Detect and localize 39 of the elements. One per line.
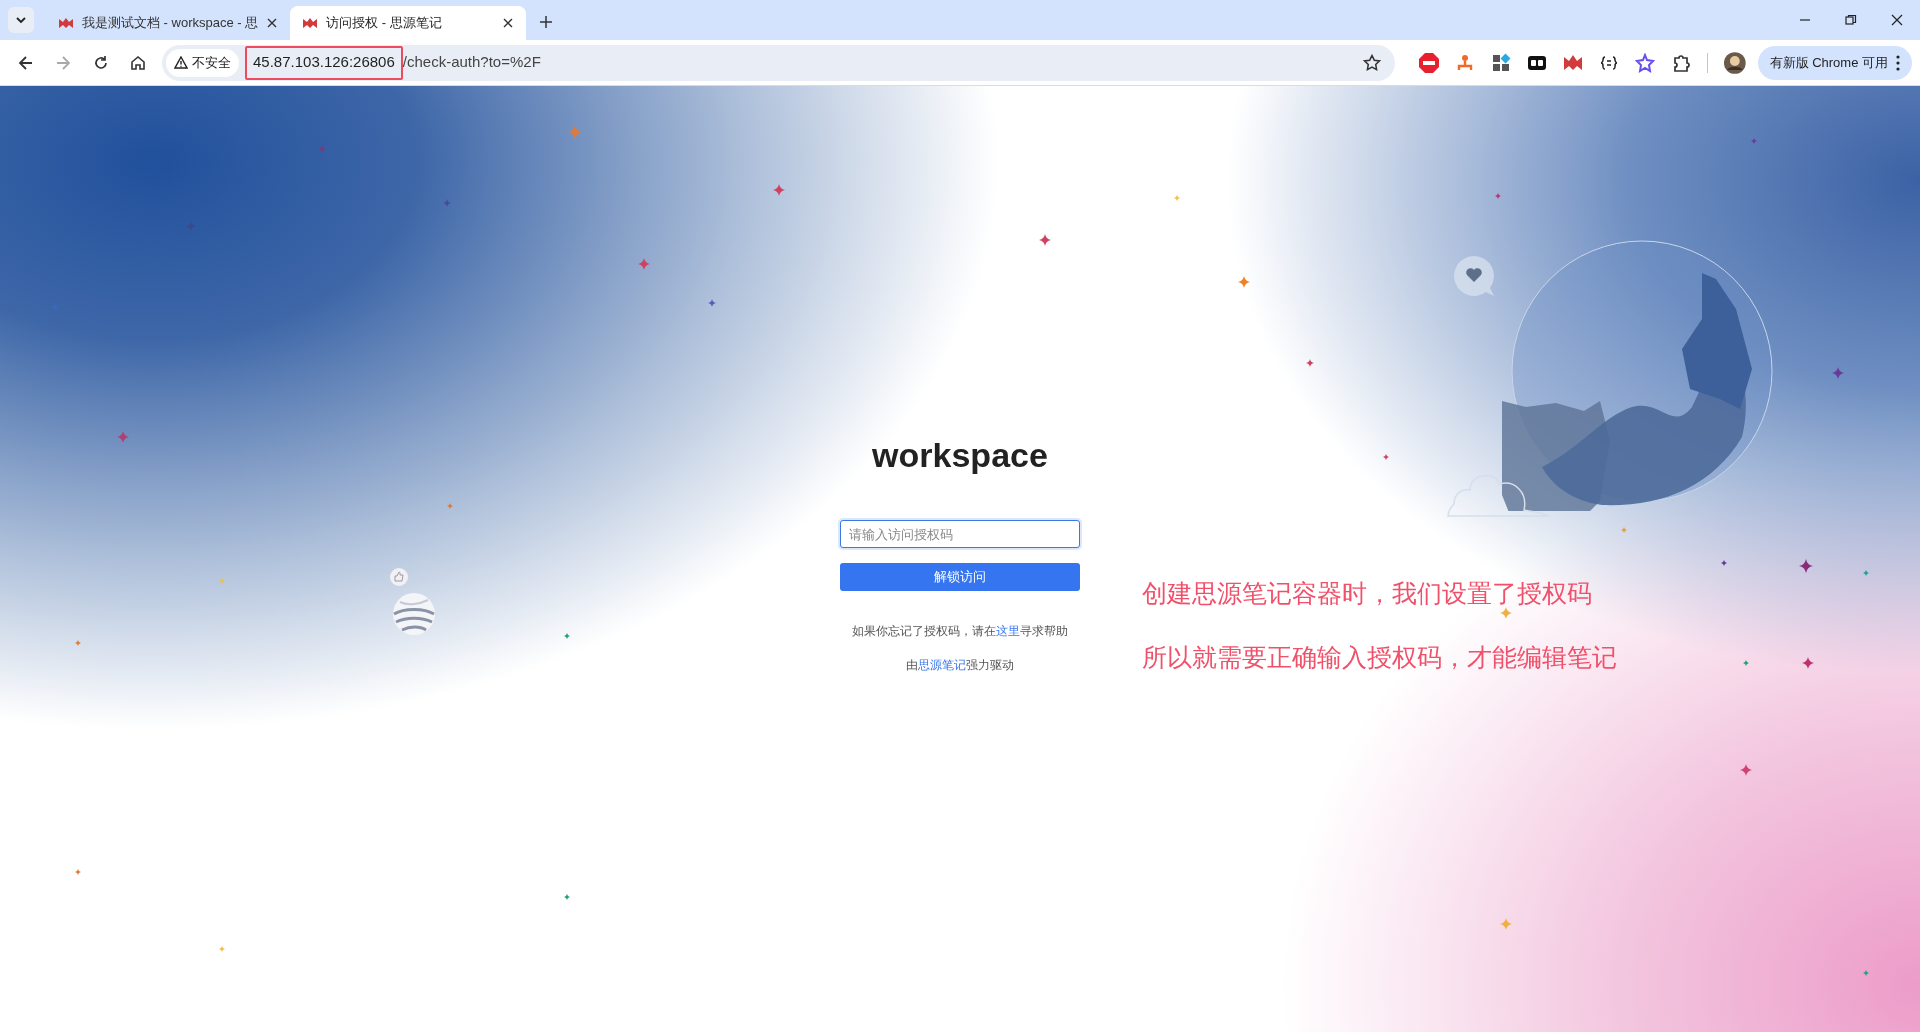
browser-tab[interactable]: 我是测试文档 - workspace - 思 <box>46 6 291 40</box>
chevron-down-icon <box>15 15 27 25</box>
app-logo-icon <box>58 16 74 30</box>
stop-sign-icon[interactable] <box>1418 52 1439 73</box>
close-icon <box>1891 14 1903 26</box>
forward-arrow-icon <box>54 53 73 72</box>
close-icon[interactable] <box>502 17 515 29</box>
avatar-icon[interactable] <box>1723 51 1746 74</box>
tab-title: 我是测试文档 - workspace - 思 <box>82 14 259 33</box>
more-icon <box>1896 54 1900 71</box>
home-icon <box>129 53 148 72</box>
close-icon[interactable] <box>266 17 279 29</box>
star-icon[interactable] <box>1362 53 1381 72</box>
address-bar[interactable]: 不安全 45.87.103.126:26806 /check-auth?to=%2F <box>162 44 1395 81</box>
app-logo-icon <box>302 16 319 30</box>
help-text: 如果你忘记了授权码，请在这里寻求帮助 <box>852 624 1068 639</box>
workspace-title: workspace <box>872 438 1048 472</box>
plus-icon <box>539 15 554 29</box>
cloud-icon <box>1446 474 1550 518</box>
siyuan-link[interactable]: 思源笔记 <box>918 659 966 672</box>
globe-icon <box>392 592 436 636</box>
annotation-text: 所以就需要正确输入授权码，才能编辑笔记 <box>1142 642 1617 672</box>
warning-icon <box>174 56 188 69</box>
back-arrow-icon <box>16 53 35 72</box>
security-chip[interactable]: 不安全 <box>166 48 239 77</box>
browser-tab[interactable]: 访问授权 - 思源笔记 <box>290 6 527 40</box>
access-code-field[interactable]: 请输入访问授权码 <box>840 520 1080 548</box>
restore-icon <box>1845 14 1857 26</box>
powered-by-text: 由思源笔记强力驱动 <box>906 658 1014 674</box>
unlock-button[interactable]: 解锁访问 <box>840 563 1080 591</box>
tab-list-button[interactable] <box>8 7 34 33</box>
url-host: 45.87.103.126:26806 <box>245 45 403 80</box>
annotation-text: 创建思源笔记容器时，我们设置了授权码 <box>1142 578 1593 608</box>
url-path: /check-auth?to=%2F <box>402 52 542 73</box>
grid-icon[interactable] <box>1490 52 1511 73</box>
update-chrome-button[interactable]: 有新版 Chrome 可用 <box>1757 45 1912 80</box>
thumbs-up-bubble-icon <box>389 567 409 587</box>
help-link[interactable]: 这里 <box>996 625 1020 637</box>
tab-title: 访问授权 - 思源笔记 <box>326 14 443 33</box>
